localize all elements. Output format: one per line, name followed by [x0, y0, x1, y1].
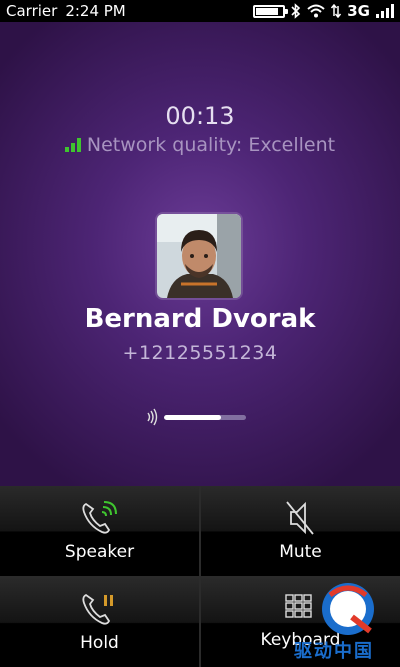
network-quality-text: Network quality: Excellent	[86, 134, 336, 156]
call-timer: 00:13	[165, 102, 235, 130]
clock: 2:24 PM	[65, 2, 126, 20]
quality-signal-icon	[64, 138, 81, 152]
watermark-logo: 驱动中国	[294, 581, 392, 663]
call-screen: 00:13 Network quality: Excellent Bernard…	[0, 22, 400, 486]
transfer-arrows-icon	[331, 4, 342, 18]
battery-icon	[253, 4, 289, 18]
volume-icon	[147, 408, 158, 426]
volume-track[interactable]	[164, 414, 246, 420]
status-bar: Carrier 2:24 PM 3G	[0, 0, 400, 22]
avatar	[157, 214, 241, 298]
keyboard-button[interactable]: Keyboard 驱动中国	[201, 577, 400, 667]
hold-button[interactable]: Hold	[0, 577, 199, 667]
hold-phone-icon	[81, 594, 113, 625]
mute-icon	[285, 501, 314, 535]
speaker-label: Speaker	[64, 541, 135, 562]
wifi-icon	[307, 4, 325, 18]
watermark-text: 驱动中国	[294, 641, 374, 662]
contact-name: Bernard Dvorak	[84, 304, 316, 334]
network-type: 3G	[347, 2, 370, 20]
hold-label: Hold	[80, 633, 119, 654]
bluetooth-icon	[291, 3, 301, 19]
network-quality: Network quality: Excellent	[0, 134, 400, 156]
signal-icon	[376, 4, 394, 18]
mute-label: Mute	[279, 541, 322, 562]
volume-slider[interactable]	[146, 408, 246, 426]
contact-number: +12125551234	[122, 342, 278, 364]
speaker-button[interactable]: Speaker	[0, 486, 199, 576]
volume-fill	[164, 414, 222, 420]
carrier-label: Carrier	[6, 2, 58, 20]
mute-button[interactable]: Mute	[201, 486, 400, 576]
speaker-phone-icon	[81, 500, 117, 534]
call-controls: Speaker Mute Hold Keyboard 驱动中国	[0, 486, 400, 667]
